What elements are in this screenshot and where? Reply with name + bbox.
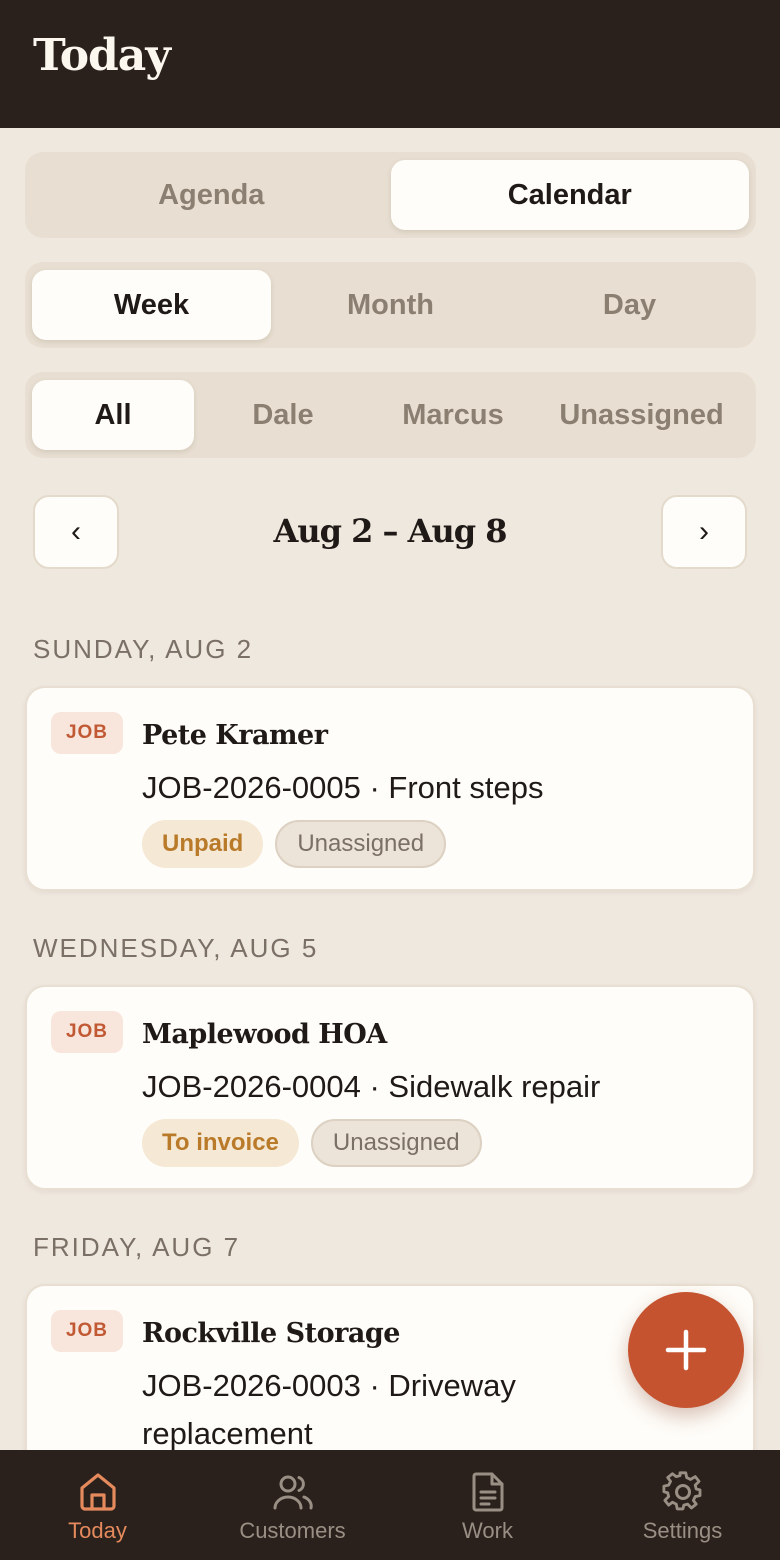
previous-week-button[interactable]: ‹ [33, 495, 119, 569]
view-toggle: Agenda Calendar [25, 152, 756, 238]
job-description: JOB-2026-0005 · Front steps [142, 770, 544, 805]
tab-label: Today [68, 1518, 127, 1543]
range-toggle: Week Month Day [25, 262, 756, 348]
job-card[interactable]: JOB Maplewood HOA JOB-2026-0004 · Sidewa… [25, 985, 755, 1190]
job-tag: JOB [51, 1310, 123, 1352]
tab-settings[interactable]: Settings [585, 1450, 780, 1560]
tab-label: Settings [642, 1518, 723, 1543]
page-title: Today [33, 30, 171, 81]
job-description: JOB-2026-0004 · Sidewalk repair [142, 1069, 601, 1104]
job-tag: JOB [51, 712, 123, 754]
app-header: Today [0, 0, 780, 128]
agenda-tab[interactable]: Agenda [32, 160, 391, 230]
badge-row: Unpaid Unassigned [142, 820, 447, 868]
filter-unassigned[interactable]: Unassigned [534, 380, 749, 450]
assignee-badge: Unassigned [310, 1119, 482, 1167]
day-tab[interactable]: Day [510, 270, 749, 340]
gear-icon [661, 1471, 701, 1511]
filter-marcus[interactable]: Marcus [372, 380, 534, 450]
tab-label: Work [462, 1518, 513, 1543]
job-description: JOB-2026-0003 · Driveway replacement [142, 1368, 516, 1451]
tab-label: Customers [239, 1518, 346, 1543]
next-week-button[interactable]: › [661, 495, 747, 569]
date-range-title: Aug 2 – Aug 8 [273, 512, 507, 550]
badge-row: To invoice Unassigned [142, 1119, 482, 1167]
add-button[interactable] [628, 1292, 744, 1408]
week-tab[interactable]: Week [32, 270, 271, 340]
filter-dale[interactable]: Dale [194, 380, 372, 450]
home-icon [79, 1473, 116, 1511]
tab-today[interactable]: Today [0, 1450, 195, 1560]
document-icon [472, 1472, 503, 1512]
users-icon [273, 1475, 313, 1510]
filter-all[interactable]: All [32, 380, 194, 450]
assignee-filter: All Dale Marcus Unassigned [25, 372, 756, 458]
month-tab[interactable]: Month [271, 270, 510, 340]
calendar-tab[interactable]: Calendar [390, 160, 749, 230]
day-header: SUNDAY, AUG 2 [33, 634, 254, 664]
customer-name: Pete Kramer [142, 720, 328, 751]
plus-icon [665, 1329, 707, 1371]
job-tag: JOB [51, 1011, 123, 1053]
assignee-badge: Unassigned [275, 820, 447, 868]
tab-work[interactable]: Work [390, 1450, 585, 1560]
customer-name: Maplewood HOA [142, 1019, 387, 1050]
customer-name: Rockville Storage [142, 1318, 400, 1349]
day-header: WEDNESDAY, AUG 5 [33, 933, 319, 963]
payment-status-badge: Unpaid [142, 820, 264, 868]
tab-customers[interactable]: Customers [195, 1450, 390, 1560]
job-card[interactable]: JOB Pete Kramer JOB-2026-0005 · Front st… [25, 686, 755, 891]
invoice-status-badge: To invoice [142, 1119, 299, 1167]
bottom-tab-bar: Today Customers Work Settings [0, 1450, 780, 1560]
day-header: FRIDAY, AUG 7 [33, 1232, 241, 1262]
